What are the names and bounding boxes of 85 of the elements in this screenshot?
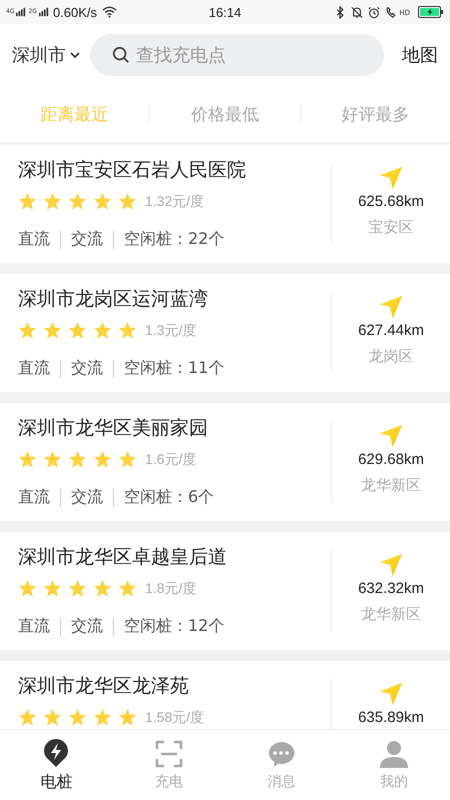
scan-frame-icon (154, 739, 184, 769)
station-name: 深圳市龙华区美丽家园 (18, 416, 208, 441)
charger-tag: 直流 (18, 616, 50, 637)
price-label: 1.32元/度 (145, 192, 204, 210)
signal-icon (16, 7, 26, 17)
charger-tag: 直流 (18, 358, 50, 379)
bell-off-icon (351, 6, 364, 18)
star-icon (93, 579, 112, 598)
district-label: 龙华新区 (361, 605, 421, 624)
star-icon (68, 579, 87, 598)
charger-tag: 空闲桩：22个 (124, 229, 224, 250)
phone-icon (385, 6, 398, 18)
star-icon (68, 708, 87, 727)
star-icon (68, 321, 87, 340)
bluetooth-icon (334, 6, 346, 18)
station-card[interactable]: 深圳市宝安区石岩人民医院 1.32元/度 直流 交流 空闲桩：22个 625.68km 宝安区 (0, 145, 450, 263)
star-icon (68, 450, 87, 469)
city-selector[interactable]: 深圳市 (12, 43, 80, 67)
navigation-arrow-icon[interactable] (378, 681, 404, 707)
navigation-arrow-icon[interactable] (378, 423, 404, 449)
charger-tag: 空闲桩：6个 (124, 487, 214, 508)
navigation-arrow-icon[interactable] (378, 165, 404, 191)
star-icon (118, 450, 137, 469)
search-field[interactable]: 查找充电点 (90, 34, 384, 76)
star-icon (43, 321, 62, 340)
charger-tag: 交流 (71, 616, 103, 637)
star-icon (18, 192, 37, 211)
charger-tag: 空闲桩：12个 (124, 616, 224, 637)
distance-label: 629.68km (358, 451, 424, 468)
price-label: 1.58元/度 (145, 708, 204, 726)
price-label: 1.6元/度 (145, 450, 196, 468)
navigation-arrow-icon[interactable] (378, 552, 404, 578)
navigation-arrow-icon[interactable] (378, 294, 404, 320)
price-label: 1.8元/度 (145, 580, 196, 598)
star-icon (118, 579, 137, 598)
charger-tag: 交流 (71, 358, 103, 379)
star-icon (118, 708, 137, 727)
star-icon (18, 708, 37, 727)
distance-label: 632.32km (358, 580, 424, 597)
star-icon (43, 708, 62, 727)
star-icon (118, 192, 137, 211)
distance-label: 627.44km (358, 322, 424, 339)
station-name: 深圳市宝安区石岩人民医院 (18, 158, 246, 183)
station-card[interactable]: 深圳市龙华区龙泽苑 1.58元/度 635.89km (0, 661, 450, 729)
charger-tag: 交流 (71, 487, 103, 508)
district-label: 龙岗区 (368, 347, 414, 366)
station-card[interactable]: 深圳市龙华区卓越皇后道 1.8元/度 直流 交流 空闲桩：12个 632.32km 龙华新区 (0, 532, 450, 650)
star-icon (43, 192, 62, 211)
signal-icon (38, 7, 49, 17)
caret-icon (70, 52, 80, 58)
station-name: 深圳市龙华区卓越皇后道 (18, 545, 227, 570)
charger-tag: 直流 (18, 487, 50, 508)
star-icon (93, 708, 112, 727)
station-name: 深圳市龙岗区运河蓝湾 (18, 287, 208, 312)
battery-icon (418, 6, 444, 18)
wifi-icon (102, 6, 118, 18)
search-icon (112, 46, 130, 64)
map-link[interactable]: 地图 (402, 43, 438, 67)
distance-label: 625.68km (358, 193, 424, 210)
clock-time: 16:14 (208, 4, 242, 20)
district-label: 宝安区 (368, 218, 414, 237)
station-card[interactable]: 深圳市龙岗区运河蓝湾 1.3元/度 直流 交流 空闲桩：11个 627.44km 龙岗区 (0, 274, 450, 392)
price-label: 1.3元/度 (145, 322, 196, 340)
star-icon (18, 321, 37, 340)
distance-label: 635.89km (358, 709, 424, 726)
star-icon (18, 450, 37, 469)
star-icon (43, 579, 62, 598)
charger-tag: 交流 (71, 229, 103, 250)
star-icon (118, 321, 137, 340)
person-icon (378, 739, 409, 769)
charger-tag: 空闲桩：11个 (124, 358, 224, 379)
district-label: 龙华新区 (361, 476, 421, 495)
star-icon (93, 450, 112, 469)
nav-tab[interactable]: 电桩 (0, 730, 112, 800)
star-icon (68, 192, 87, 211)
station-name: 深圳市龙华区龙泽苑 (18, 674, 189, 699)
alarm-icon (368, 6, 380, 18)
network-speed: 0.60K/s (52, 4, 98, 20)
star-icon (43, 450, 62, 469)
star-icon (93, 192, 112, 211)
star-icon (18, 579, 37, 598)
charger-tag: 直流 (18, 229, 50, 250)
chat-bubble-icon (266, 739, 296, 769)
star-icon (93, 321, 112, 340)
station-card[interactable]: 深圳市龙华区美丽家园 1.6元/度 直流 交流 空闲桩：6个 629.68km 龙华新区 (0, 403, 450, 521)
